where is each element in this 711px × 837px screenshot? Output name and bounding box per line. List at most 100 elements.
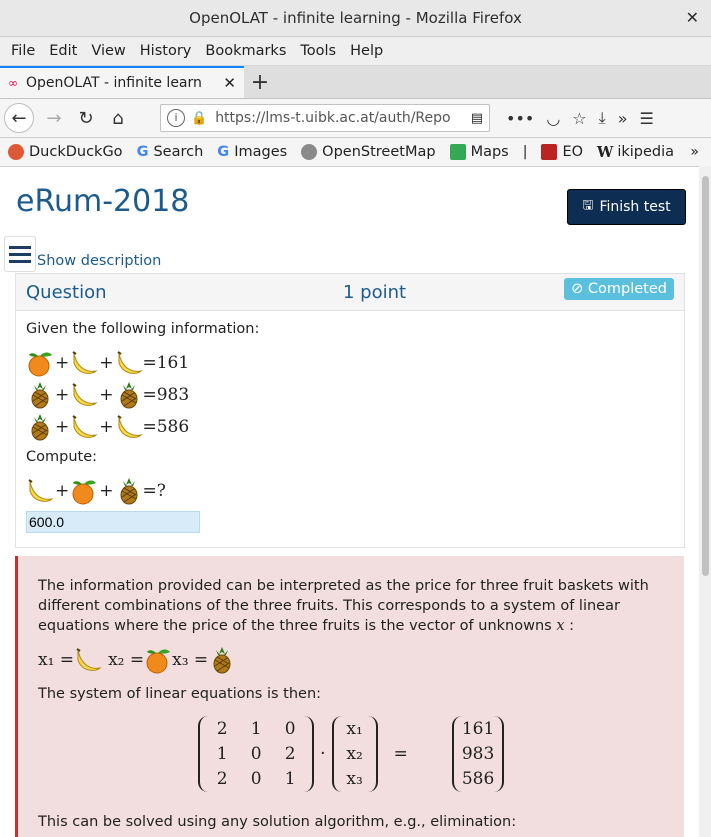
- hamburger-menu-icon[interactable]: ☰: [640, 109, 654, 128]
- eo-icon: [541, 144, 558, 160]
- plus-sign: +: [99, 481, 114, 501]
- pocket-icon[interactable]: ◡: [546, 109, 560, 128]
- menu-bar: File Edit View History Bookmarks Tools H…: [0, 37, 711, 66]
- menu-file[interactable]: File: [11, 43, 35, 59]
- equals-operator: =: [393, 744, 408, 764]
- equation-result: =161: [142, 353, 190, 373]
- equation-result: =586: [142, 417, 190, 437]
- window-title: OpenOLAT - infinite learning - Mozilla F…: [189, 9, 522, 27]
- orange-icon: [26, 349, 54, 377]
- bookmark-openstreetmap[interactable]: OpenStreetMap: [301, 144, 436, 160]
- var-x2: x₂ =: [108, 650, 145, 670]
- home-icon[interactable]: ⌂: [102, 102, 134, 134]
- bookmarks-overflow-icon[interactable]: »: [690, 144, 699, 160]
- menu-edit[interactable]: Edit: [49, 43, 77, 59]
- forward-icon[interactable]: →: [38, 102, 70, 134]
- page-scrollbar[interactable]: [699, 166, 711, 837]
- bookmark-images[interactable]: G Images: [217, 144, 287, 160]
- tab-openolat[interactable]: ∞ OpenOLAT - infinite learn ✕: [0, 66, 244, 98]
- page-content: eRum-2018 🖫 Finish test Show description…: [0, 166, 699, 837]
- pineapple-icon: [115, 477, 143, 505]
- plus-sign: +: [99, 417, 114, 437]
- question-panel: Question 1 point ⊘ Completed Given the f…: [15, 273, 685, 548]
- finish-test-button[interactable]: 🖫 Finish test: [567, 189, 686, 225]
- banana-icon: [70, 349, 98, 377]
- maps-icon: [449, 144, 466, 160]
- banana-icon: [115, 413, 143, 441]
- show-description-link[interactable]: Show description: [37, 253, 161, 269]
- menu-help[interactable]: Help: [350, 43, 383, 59]
- download-icon[interactable]: ⤓: [599, 108, 606, 128]
- bookmark-star-icon[interactable]: ☆: [572, 109, 586, 128]
- variable-mapping: x₁ = x₂ = x₃ =: [38, 644, 664, 676]
- question-points: 1 point: [343, 282, 407, 303]
- reload-icon[interactable]: ↻: [70, 102, 102, 134]
- check-circle-icon: ⊘: [571, 281, 588, 297]
- rhs-vector: 161 983 586: [451, 716, 504, 792]
- bookmark-wikipedia[interactable]: W ikipedia: [597, 144, 674, 161]
- question-label: Question: [26, 282, 107, 303]
- close-window-icon[interactable]: ✕: [686, 8, 699, 27]
- menu-bookmarks[interactable]: Bookmarks: [205, 43, 286, 59]
- banana-icon: [26, 477, 54, 505]
- tab-title: OpenOLAT - infinite learn: [26, 75, 202, 91]
- tab-close-icon[interactable]: ✕: [223, 74, 236, 92]
- compute-row: + + =?: [26, 475, 674, 507]
- pineapple-icon: [26, 381, 54, 409]
- bookmark-label: Maps: [470, 144, 509, 160]
- plus-sign: +: [99, 353, 114, 373]
- bookmark-label: EO: [562, 144, 584, 160]
- scrollbar-thumb[interactable]: [702, 176, 709, 576]
- back-icon[interactable]: ←: [4, 103, 34, 133]
- compute-equation: + + =?: [26, 475, 674, 507]
- openolat-favicon-icon: ∞: [8, 76, 18, 90]
- google-icon: G: [136, 144, 149, 160]
- orange-icon: [144, 646, 172, 674]
- coefficient-matrix: 210 102 201: [198, 716, 315, 792]
- bookmark-maps[interactable]: Maps: [449, 144, 509, 160]
- banana-icon: [70, 381, 98, 409]
- tab-bar: ∞ OpenOLAT - infinite learn ✕ +: [0, 66, 711, 99]
- bookmark-search[interactable]: G Search: [137, 144, 204, 160]
- unknown-vector-var: x: [556, 618, 565, 634]
- bookmark-label: OpenStreetMap: [322, 144, 436, 160]
- google-icon: G: [217, 144, 230, 160]
- bookmark-eo[interactable]: EO: [541, 144, 583, 160]
- bookmark-duckduckgo[interactable]: DuckDuckGo: [8, 144, 123, 160]
- url-text[interactable]: https://lms-t.uibk.ac.at/auth/Repo: [215, 110, 465, 126]
- plus-sign: +: [55, 353, 70, 373]
- banana-icon: [115, 349, 143, 377]
- nav-bar: ← → ↻ ⌂ i 🔒 https://lms-t.uibk.ac.at/aut…: [0, 99, 711, 138]
- bookmark-label: ikipedia: [617, 144, 675, 160]
- var-x3: x₃ =: [172, 650, 209, 670]
- solution-panel: The information provided can be interpre…: [15, 556, 684, 837]
- menu-history[interactable]: History: [140, 43, 192, 59]
- overflow-icon[interactable]: »: [618, 109, 628, 128]
- matrix-equation: 210 102 201 · x₁ x₂ x₃ = 161 983 586: [38, 714, 664, 794]
- menu-tools[interactable]: Tools: [300, 43, 336, 59]
- status-label: Completed: [587, 281, 667, 297]
- plus-sign: +: [55, 481, 70, 501]
- menu-view[interactable]: View: [91, 43, 125, 59]
- lock-icon[interactable]: 🔒: [191, 111, 207, 126]
- bookmark-label: Images: [234, 144, 288, 160]
- new-tab-icon[interactable]: +: [244, 68, 276, 98]
- url-bar[interactable]: i 🔒 https://lms-t.uibk.ac.at/auth/Repo ▤: [160, 104, 490, 132]
- info-icon[interactable]: i: [167, 109, 185, 127]
- equation-result: =?: [142, 481, 166, 501]
- save-icon: 🖫: [582, 198, 594, 213]
- plus-sign: +: [55, 385, 70, 405]
- question-body: Given the following information: + + =161 +…: [16, 311, 684, 547]
- bookmarks-bar: DuckDuckGo G Search G Images OpenStreetM…: [0, 138, 711, 167]
- menu-toggle-icon[interactable]: [4, 236, 36, 272]
- dot-operator: ·: [320, 744, 326, 764]
- equation-result: =983: [142, 385, 190, 405]
- bookmark-label: DuckDuckGo: [29, 144, 123, 160]
- solution-text-1: The information provided can be interpre…: [38, 576, 664, 636]
- page-actions-icon[interactable]: •••: [506, 109, 534, 128]
- page-title: eRum-2018: [16, 184, 190, 219]
- answer-input[interactable]: [26, 511, 200, 533]
- bookmark-label: Search: [153, 144, 204, 160]
- unknown-vector: x₁ x₂ x₃: [331, 716, 378, 792]
- reader-view-icon[interactable]: ▤: [471, 111, 483, 126]
